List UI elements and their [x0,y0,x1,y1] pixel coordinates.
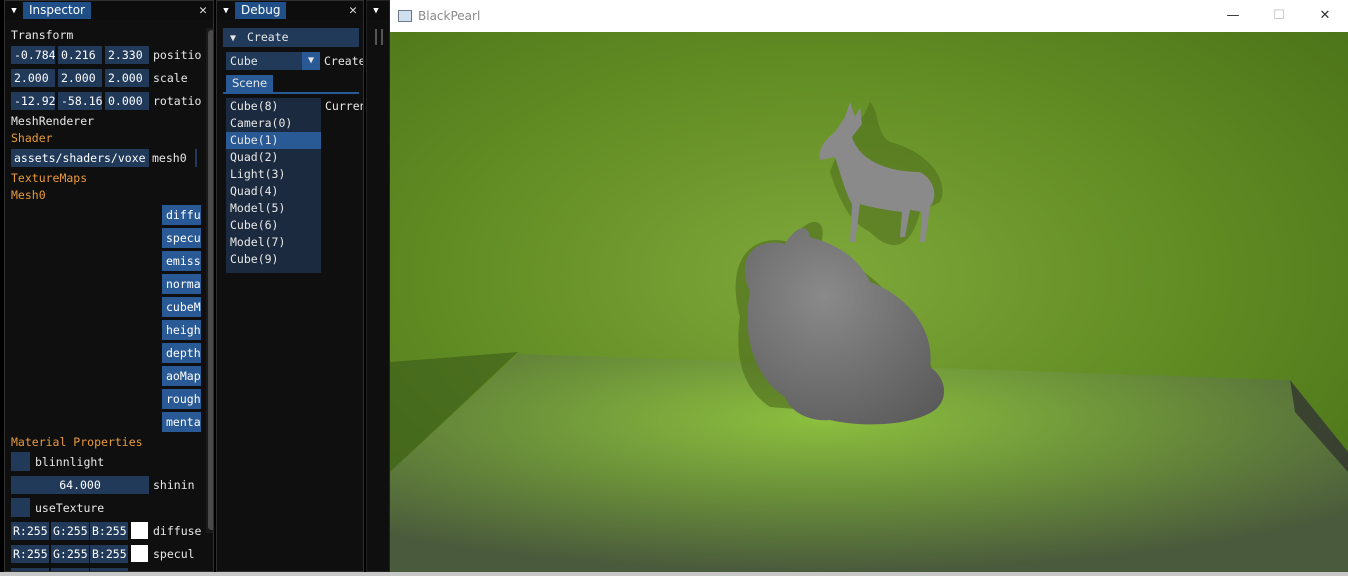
chevron-down-icon: ▼ [302,52,320,70]
use-texture-checkbox[interactable] [11,498,30,517]
scene-render[interactable] [390,32,1348,572]
tab-scene-label: Scene [232,76,268,90]
list-item[interactable]: Cube(9) [226,251,321,268]
list-item[interactable]: Cube(6) [226,217,321,234]
debug-panel: ▼ Debug ✕ ▼ Create Cube ▼ Create Scene Cu… [216,0,364,572]
diffuse-label: diffuse [153,524,202,538]
mesh-renderer-heading: MeshRenderer [11,114,95,128]
scale-label: scale [153,71,188,85]
resize-grip-icon[interactable] [375,29,383,45]
debug-title: Debug [235,2,287,19]
list-item[interactable]: Quad(2) [226,149,321,166]
inspector-title: Inspector [23,2,91,19]
create-button[interactable]: Create [324,52,363,70]
mesh0-heading: Mesh0 [11,188,46,202]
tab-underline [223,92,359,94]
shininess-label: shinin [153,478,195,492]
list-item[interactable]: Model(5) [226,200,321,217]
create-header[interactable]: ▼ Create [223,28,359,47]
scale-x-field[interactable]: 2.000 [11,69,55,87]
list-item[interactable]: Light(3) [226,166,321,183]
close-button[interactable]: ✕ [1302,0,1348,32]
taskbar-strip [0,572,1348,576]
list-item[interactable]: Camera(0) [226,115,321,132]
collapsed-titlebar[interactable]: ▼ [367,1,389,20]
height-map-button[interactable]: heigh [162,320,201,340]
shader-mesh-cursor [195,149,197,167]
position-y-field[interactable]: 0.216 [58,46,102,64]
position-label: positio [153,48,202,62]
list-item[interactable]: Cube(8) [226,98,321,115]
cube-map-button[interactable]: cubeM [162,297,201,317]
expand-arrow-icon: ▼ [229,33,237,44]
close-icon[interactable]: ✕ [199,1,207,20]
material-properties-heading: Material Properties [11,435,143,449]
maximize-button[interactable]: ☐ [1256,0,1302,32]
specular-map-button[interactable]: specu [162,228,201,248]
list-item-selected[interactable]: Cube(1) [226,132,321,149]
diffuse-r-field[interactable]: R:255 [11,522,49,540]
rotation-y-field[interactable]: -58.16 [58,92,102,110]
inspector-titlebar[interactable]: ▼ Inspector ✕ [5,1,213,20]
inspector-scrollbar[interactable] [206,28,213,533]
depth-map-button[interactable]: depth [162,343,201,363]
shader-heading: Shader [11,131,53,145]
diffuse-g-field[interactable]: G:255 [51,522,89,540]
inspector-panel: ▼ Inspector ✕ Transform -0.784 0.216 2.3… [4,0,214,572]
current-label: Curren [325,99,364,113]
collapse-arrow-icon[interactable]: ▼ [367,6,385,16]
scale-y-field[interactable]: 2.000 [58,69,102,87]
inspector-scroll-thumb[interactable] [208,30,213,530]
scene-list[interactable]: Cube(8) Camera(0) Cube(1) Quad(2) Light(… [226,98,321,273]
list-item[interactable]: Quad(4) [226,183,321,200]
shininess-field[interactable]: 64.000 [11,476,149,494]
render-window-titlebar[interactable]: BlackPearl — ☐ ✕ [390,0,1348,32]
3d-viewport[interactable] [390,32,1348,572]
tab-scene[interactable]: Scene [226,75,274,92]
diffuse-b-field[interactable]: B:255 [90,522,128,540]
specular-r-field[interactable]: R:255 [11,545,49,563]
shader-path-field[interactable]: assets/shaders/voxe [11,149,149,167]
specular-color-swatch[interactable] [131,545,148,562]
scale-z-field[interactable]: 2.000 [105,69,149,87]
collapsed-panel: ▼ [366,0,390,572]
metallic-map-button[interactable]: menta [162,412,201,432]
blinnlight-label: blinnlight [35,455,105,469]
rotation-z-field[interactable]: 0.000 [105,92,149,110]
specular-g-field[interactable]: G:255 [51,545,89,563]
normal-map-button[interactable]: norma [162,274,201,294]
specular-b-field[interactable]: B:255 [90,545,128,563]
ao-map-button[interactable]: aoMap [162,366,201,386]
shader-mesh-label: mesh0 [152,151,187,165]
close-icon[interactable]: ✕ [349,1,357,20]
collapse-arrow-icon[interactable]: ▼ [5,6,23,16]
debug-titlebar[interactable]: ▼ Debug ✕ [217,1,363,20]
render-window: BlackPearl — ☐ ✕ [390,0,1348,572]
diffuse-map-button[interactable]: diffu [162,205,201,225]
create-type-value: Cube [230,54,258,68]
texture-maps-heading: TextureMaps [11,171,88,185]
emission-map-button[interactable]: emiss [162,251,201,271]
blinnlight-checkbox[interactable] [11,452,30,471]
diffuse-color-swatch[interactable] [131,522,148,539]
specular-label: specul [153,547,195,561]
position-x-field[interactable]: -0.784 [11,46,55,64]
transform-heading: Transform [11,28,74,42]
list-item[interactable]: Model(7) [226,234,321,251]
rotation-label: rotatio [153,94,202,108]
rotation-x-field[interactable]: -12.92 [11,92,55,110]
create-header-label: Create [247,30,289,44]
position-z-field[interactable]: 2.330 [105,46,149,64]
create-type-combo[interactable]: Cube ▼ [226,52,320,70]
use-texture-label: useTexture [35,501,105,515]
app-title: BlackPearl [418,9,481,23]
minimize-button[interactable]: — [1210,0,1256,32]
collapse-arrow-icon[interactable]: ▼ [217,6,235,16]
app-icon [398,10,412,22]
roughness-map-button[interactable]: rough [162,389,201,409]
